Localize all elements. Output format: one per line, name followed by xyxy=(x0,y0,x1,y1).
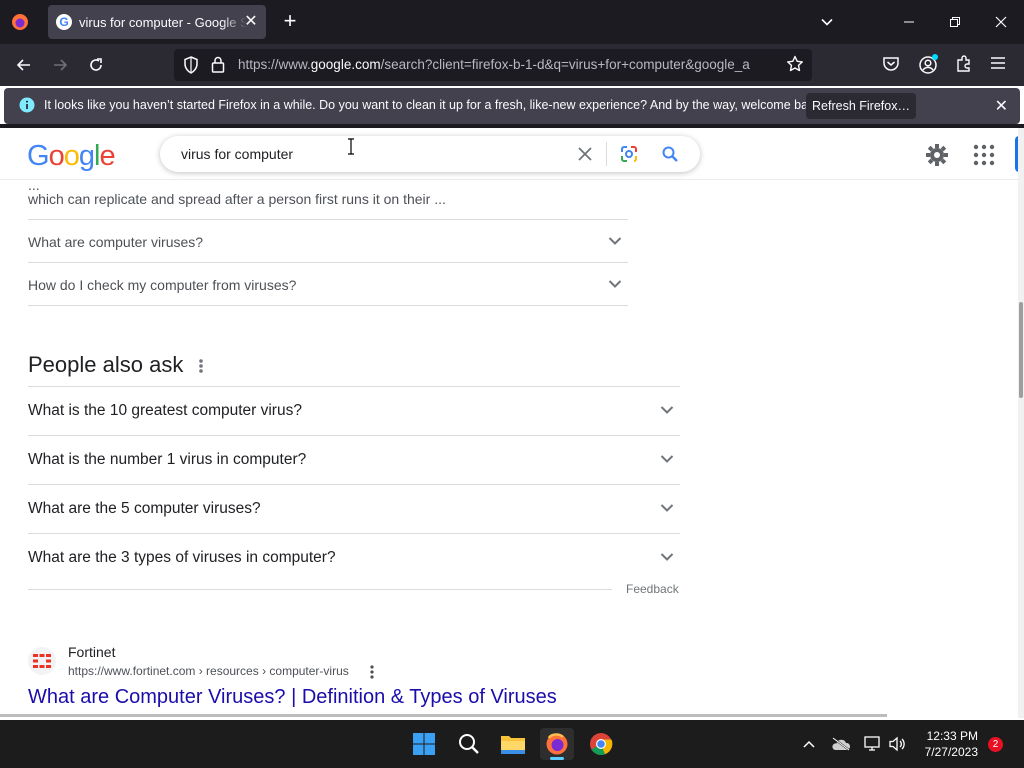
window-close-icon[interactable] xyxy=(986,8,1016,36)
google-logo[interactable]: Google xyxy=(27,140,116,173)
onedrive-offline-icon[interactable] xyxy=(830,734,852,754)
lock-icon[interactable] xyxy=(211,56,227,74)
result-site-name[interactable]: Fortinet xyxy=(68,644,115,660)
extensions-puzzle-icon[interactable] xyxy=(955,55,975,75)
snippet-line: which can replicate and spread after a p… xyxy=(28,191,446,207)
snippet-bottom-divider xyxy=(28,305,628,306)
google-favicon-icon: G xyxy=(56,14,72,30)
account-icon[interactable] xyxy=(918,53,940,75)
google-apps-grid-icon[interactable] xyxy=(972,143,996,167)
people-also-ask-item[interactable]: What is the 10 greatest computer virus? xyxy=(28,386,680,435)
forward-arrow-icon xyxy=(46,52,74,78)
google-header: Google virus for computer xyxy=(0,128,1024,180)
google-lens-icon[interactable] xyxy=(618,143,640,165)
clock-time: 12:33 PM xyxy=(926,729,978,743)
show-hidden-icons-chevron-up-icon[interactable] xyxy=(798,734,820,754)
result-title-link[interactable]: What are Computer Viruses? | Definition … xyxy=(28,686,557,709)
browser-tab-bar: G virus for computer - Google Search ✕ + xyxy=(0,0,1024,44)
snippet-question-item[interactable]: What are computer viruses? xyxy=(28,219,628,262)
people-also-ask-title: People also ask xyxy=(28,352,184,377)
result-more-options-vertical-dots-icon[interactable] xyxy=(368,664,376,680)
window-minimize-icon[interactable] xyxy=(894,8,924,36)
new-tab-icon[interactable]: + xyxy=(279,10,301,32)
chevron-down-icon xyxy=(660,455,674,463)
chevron-down-icon xyxy=(608,280,622,288)
search-icon[interactable] xyxy=(659,143,681,165)
taskbar-clock[interactable]: 12:33 PM 7/27/2023 xyxy=(910,728,978,760)
people-also-ask-item[interactable]: What is the number 1 virus in computer? xyxy=(28,435,680,484)
people-also-ask-item[interactable]: What are the 5 computer viruses? xyxy=(28,484,680,533)
vertical-scrollbar[interactable] xyxy=(1018,128,1024,718)
paa-question-text: What is the number 1 virus in computer? xyxy=(28,451,307,468)
chevron-down-icon xyxy=(660,504,674,512)
paa-question-text: What are the 5 computer viruses? xyxy=(28,500,261,517)
chevron-down-icon xyxy=(660,406,674,414)
refresh-firefox-button[interactable]: Refresh Firefox… xyxy=(806,93,916,119)
search-box[interactable]: virus for computer xyxy=(160,136,700,172)
tracking-protection-shield-icon[interactable] xyxy=(183,56,201,74)
featured-snippet-text: ... which can replicate and spread after… xyxy=(28,180,628,210)
paa-bottom-divider xyxy=(28,589,612,590)
chrome-icon[interactable] xyxy=(584,728,618,760)
volume-icon[interactable] xyxy=(886,734,908,754)
chevron-down-icon xyxy=(608,237,622,245)
snippet-question-text: What are computer viruses? xyxy=(28,234,204,250)
reload-icon[interactable] xyxy=(82,52,110,78)
people-also-ask-item[interactable]: What are the 3 types of viruses in compu… xyxy=(28,533,680,582)
clock-date: 7/27/2023 xyxy=(924,745,978,759)
notification-count-badge[interactable]: 2 xyxy=(988,737,1003,752)
notification-close-icon[interactable]: ✕ xyxy=(995,96,1008,116)
clear-search-icon[interactable] xyxy=(574,143,596,165)
search-results: ... which can replicate and spread after… xyxy=(0,180,1018,718)
hamburger-menu-icon[interactable] xyxy=(990,56,1010,74)
tab-close-icon[interactable]: ✕ xyxy=(242,13,260,31)
window-restore-icon[interactable] xyxy=(940,8,970,36)
vertical-scrollbar-thumb[interactable] xyxy=(1019,302,1023,398)
url-text[interactable]: https://www.google.com/search?client=fir… xyxy=(238,57,778,72)
search-box-divider xyxy=(606,142,607,166)
search-icon[interactable] xyxy=(452,728,486,760)
settings-gear-icon[interactable] xyxy=(924,142,950,168)
notification-message: It looks like you haven’t started Firefo… xyxy=(44,98,825,112)
fortinet-favicon-icon xyxy=(28,647,56,675)
more-options-vertical-dots-icon[interactable] xyxy=(196,356,206,376)
chevron-down-icon xyxy=(660,553,674,561)
info-icon xyxy=(19,97,35,113)
snippet-question-item[interactable]: How do I check my computer from viruses? xyxy=(28,262,628,305)
firefox-notification-bar: It looks like you haven’t started Firefo… xyxy=(4,88,1020,124)
start-icon[interactable] xyxy=(407,728,441,760)
snippet-question-text: How do I check my computer from viruses? xyxy=(28,277,297,293)
tab-title: virus for computer - Google Search xyxy=(79,14,247,30)
text-cursor-icon xyxy=(347,138,355,155)
paa-question-text: What are the 3 types of viruses in compu… xyxy=(28,549,336,566)
snippet-cut-line: ... xyxy=(28,180,40,193)
pocket-icon[interactable] xyxy=(882,55,902,75)
back-arrow-icon[interactable] xyxy=(10,52,38,78)
network-icon[interactable] xyxy=(862,734,884,754)
file-explorer-icon[interactable] xyxy=(496,728,530,760)
paa-question-text: What is the 10 greatest computer virus? xyxy=(28,402,302,419)
browser-tab-google-search[interactable]: G virus for computer - Google Search ✕ xyxy=(48,5,266,39)
bookmark-star-icon[interactable] xyxy=(786,55,806,75)
firefox-view-icon[interactable] xyxy=(6,8,34,36)
firefox-icon[interactable] xyxy=(540,728,574,760)
feedback-link[interactable]: Feedback xyxy=(626,582,679,596)
windows-taskbar: 12:33 PM 7/27/2023 xyxy=(0,720,1024,768)
horizontal-scrollbar[interactable] xyxy=(0,714,887,717)
list-all-tabs-chevron-down-icon[interactable] xyxy=(812,8,842,36)
result-url[interactable]: https://www.fortinet.com › resources › c… xyxy=(68,664,349,678)
search-input[interactable]: virus for computer xyxy=(181,146,293,162)
